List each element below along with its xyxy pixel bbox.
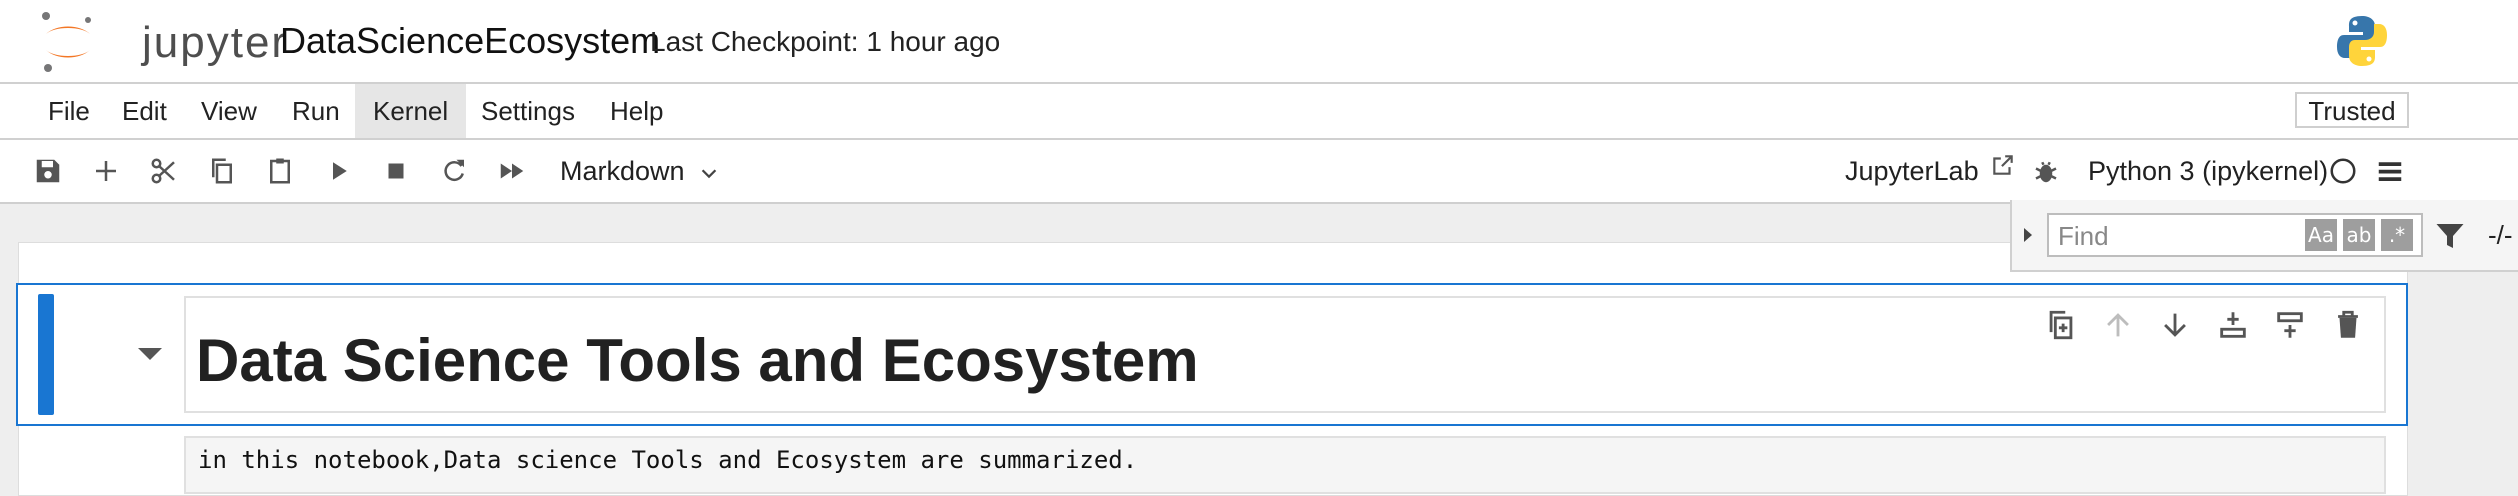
jupyter-logo-icon [42, 12, 91, 72]
copy-button[interactable] [202, 140, 242, 202]
jupyter-logo[interactable]: jupyter [40, 10, 286, 74]
paste-icon [270, 158, 290, 184]
run-all-button[interactable] [492, 140, 532, 202]
copy-icon [212, 158, 232, 184]
menu-file[interactable]: File [30, 84, 108, 138]
move-down-button[interactable] [2152, 300, 2198, 350]
menu-edit[interactable]: Edit [104, 84, 185, 138]
arrow-down-icon [2164, 313, 2186, 337]
external-link-icon [1993, 155, 2013, 175]
stop-button[interactable] [376, 140, 416, 202]
text-cell-content: in this notebook,Data science Tools and … [198, 446, 1138, 474]
restart-icon [444, 159, 464, 182]
hamburger-icon [2378, 162, 2402, 181]
add-cell-button[interactable] [86, 140, 126, 202]
kernel-idle-circle-icon [2330, 158, 2356, 184]
insert-above-button[interactable] [2210, 300, 2256, 350]
duplicate-icon [2049, 310, 2073, 340]
insert-above-icon [2220, 312, 2246, 338]
checkpoint-status: Last Checkpoint: 1 hour ago [650, 26, 1001, 57]
run-icon [333, 162, 347, 180]
save-button[interactable] [28, 140, 68, 202]
whole-word-toggle[interactable]: ab [2343, 219, 2375, 251]
add-icon [96, 161, 116, 181]
arrow-up-icon [2107, 313, 2129, 337]
regex-toggle[interactable]: .* [2381, 219, 2413, 251]
run-button[interactable] [318, 140, 358, 202]
notebook-toolbar: Markdown JupyterLab Python 3 (ipykernel) [0, 140, 2518, 204]
chevron-down-icon [701, 169, 717, 179]
cell-type-select[interactable]: Markdown [560, 140, 720, 202]
move-up-button[interactable] [2095, 300, 2141, 350]
menu-run[interactable]: Run [274, 84, 358, 138]
menu-settings[interactable]: Settings [463, 84, 593, 138]
menu-kernel[interactable]: Kernel [355, 84, 467, 138]
trash-icon [2338, 310, 2358, 338]
bug-icon [2035, 161, 2057, 183]
delete-cell-button[interactable] [2325, 300, 2371, 350]
match-count: -/- [2488, 220, 2513, 250]
restart-button[interactable] [434, 140, 474, 202]
find-input[interactable] [2056, 218, 2300, 254]
cell-heading: Data Science Tools and Ecosystem [196, 327, 1199, 394]
open-jupyterlab-link[interactable]: JupyterLab [1845, 140, 2016, 202]
duplicate-cell-button[interactable] [2038, 300, 2084, 350]
fast-forward-icon [500, 163, 524, 179]
toolbar-menu-button[interactable] [2370, 140, 2410, 202]
trusted-button[interactable]: Trusted [2295, 92, 2409, 128]
menu-help[interactable]: Help [592, 84, 681, 138]
filter-icon[interactable] [2432, 218, 2468, 254]
top-bar: jupyter DataScienceEcosystem Last Checkp… [0, 0, 2518, 84]
save-icon [36, 159, 60, 183]
cut-icon [151, 158, 175, 184]
stop-icon [388, 163, 404, 179]
menu-view[interactable]: View [183, 84, 275, 138]
debugger-button[interactable] [2026, 140, 2066, 202]
cut-button[interactable] [144, 140, 184, 202]
cell-type-value: Markdown [560, 156, 685, 186]
match-case-toggle[interactable]: Aa [2305, 219, 2337, 251]
jupyterlab-label: JupyterLab [1845, 156, 1979, 186]
find-replace-toggle-icon[interactable] [2024, 228, 2032, 242]
jupyter-logo-text: jupyter [142, 18, 289, 67]
cell-collapser-bar[interactable] [38, 294, 54, 415]
insert-below-button[interactable] [2267, 300, 2313, 350]
menu-bar: File Edit View Run Kernel Settings Help [0, 84, 2518, 140]
insert-below-icon [2277, 312, 2303, 338]
collapse-heading-icon[interactable] [138, 348, 162, 360]
python-logo-icon [2337, 16, 2387, 66]
kernel-name[interactable]: Python 3 (ipykernel) [2088, 140, 2328, 202]
paste-button[interactable] [260, 140, 300, 202]
kernel-status [2323, 140, 2363, 202]
notebook-title[interactable]: DataScienceEcosystem [280, 20, 660, 62]
